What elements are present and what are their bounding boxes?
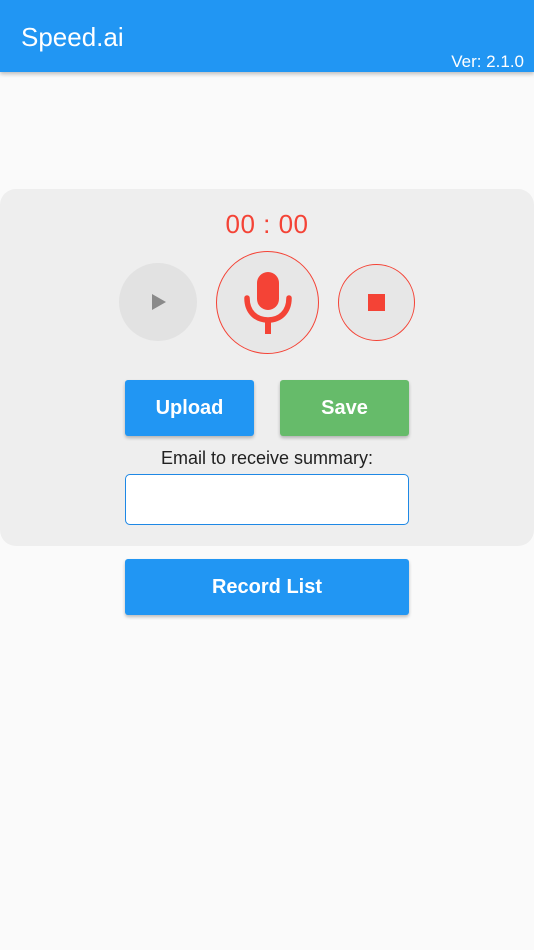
record-button[interactable] bbox=[216, 251, 319, 354]
stop-icon bbox=[368, 294, 385, 311]
microphone-icon bbox=[243, 271, 292, 334]
play-icon bbox=[152, 294, 166, 310]
email-label: Email to receive summary: bbox=[160, 448, 374, 468]
app-title: Speed.ai bbox=[21, 22, 124, 52]
play-button[interactable] bbox=[119, 263, 197, 341]
recording-timer: 00 : 00 bbox=[225, 209, 309, 239]
app-version: Ver: 2.1.0 bbox=[451, 52, 524, 71]
app-bar: Speed.ai Ver: 2.1.0 bbox=[0, 0, 534, 72]
upload-button[interactable]: Upload bbox=[125, 380, 254, 436]
stop-button[interactable] bbox=[338, 264, 415, 341]
email-input[interactable] bbox=[125, 474, 409, 525]
save-button[interactable]: Save bbox=[280, 380, 409, 436]
record-list-button[interactable]: Record List bbox=[125, 559, 409, 615]
recorder-card: 00 : 00 Upload Save Email to receive sum… bbox=[0, 189, 534, 546]
